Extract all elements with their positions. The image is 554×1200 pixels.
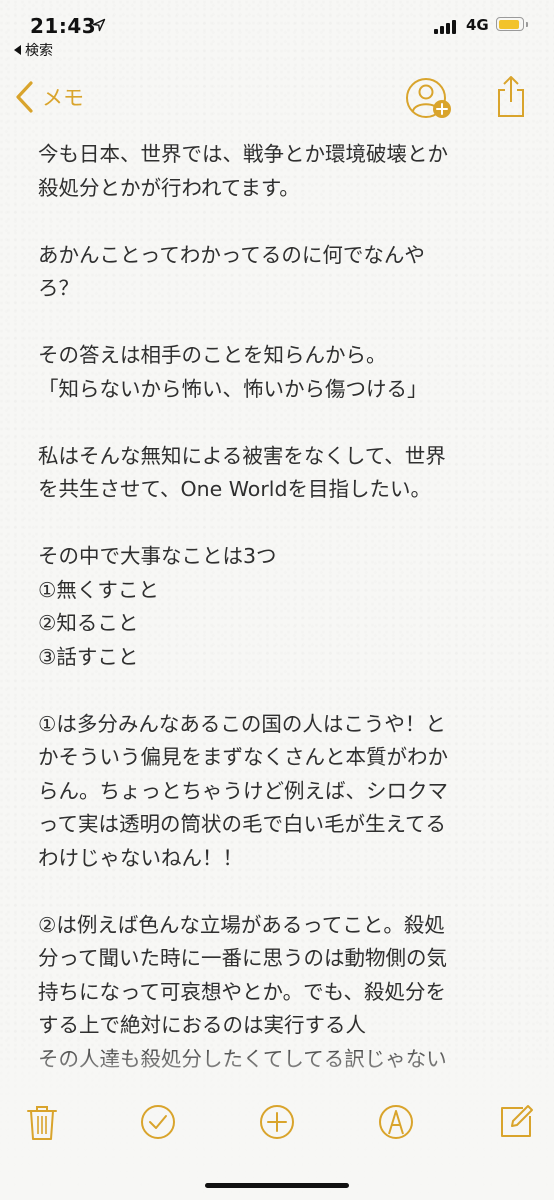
network-type: 4G [466, 16, 489, 34]
home-indicator[interactable] [205, 1183, 349, 1188]
add-person-icon[interactable] [404, 76, 452, 120]
note-body[interactable]: 今も日本、世界では、戦争とか環境破壊とか 殺処分とかが行われてます。 ​ あかん… [38, 138, 528, 1068]
status-time: 21:43 [30, 14, 97, 38]
plus-circle-icon[interactable] [257, 1102, 297, 1142]
back-button[interactable]: メモ [14, 80, 84, 114]
back-triangle-icon [14, 45, 21, 55]
chevron-left-icon [16, 81, 33, 113]
back-label: メモ [42, 86, 84, 110]
note-paragraph: ①は多分みんなあるこの国の人はこうや！と かそういう偏見をまずなくさんと本質がわ… [38, 711, 448, 870]
compose-icon[interactable] [496, 1102, 536, 1142]
note-paragraph: ②は例えば色んな立場があるってこと。殺処 分って聞いた時に一番に思うのは動物側の… [38, 912, 447, 1069]
note-paragraph: 今も日本、世界では、戦争とか環境破壊とか 殺処分とかが行われてます。 [38, 142, 448, 200]
note-paragraph: あかんことってわかってるのに何でなんや ろ？ [38, 242, 425, 301]
note-paragraph: その中で大事なことは3つ ①無くすこと ②知ること ③話すこと [38, 544, 277, 669]
return-to-app-link[interactable]: 検索 [14, 40, 53, 60]
navigation-bar: メモ [0, 70, 554, 126]
location-arrow-icon [92, 18, 106, 32]
return-app-label: 検索 [25, 43, 53, 59]
battery-icon [496, 17, 528, 31]
share-icon[interactable] [496, 74, 526, 120]
cellular-signal-icon [434, 20, 456, 34]
bottom-toolbar [0, 1092, 554, 1162]
note-paragraph: その答えは相手のことを知らんから。 「知らないから怖い、怖いから傷つける」 [38, 343, 428, 401]
checkmark-circle-icon[interactable] [138, 1102, 178, 1142]
pen-circle-icon[interactable] [376, 1102, 416, 1142]
trash-icon[interactable] [22, 1102, 62, 1142]
note-paragraph: 私はそんな無知による被害をなくして、世界 を共生させて、One Worldを目指… [38, 443, 446, 502]
status-bar: 21:43 検索 4G [0, 0, 554, 60]
